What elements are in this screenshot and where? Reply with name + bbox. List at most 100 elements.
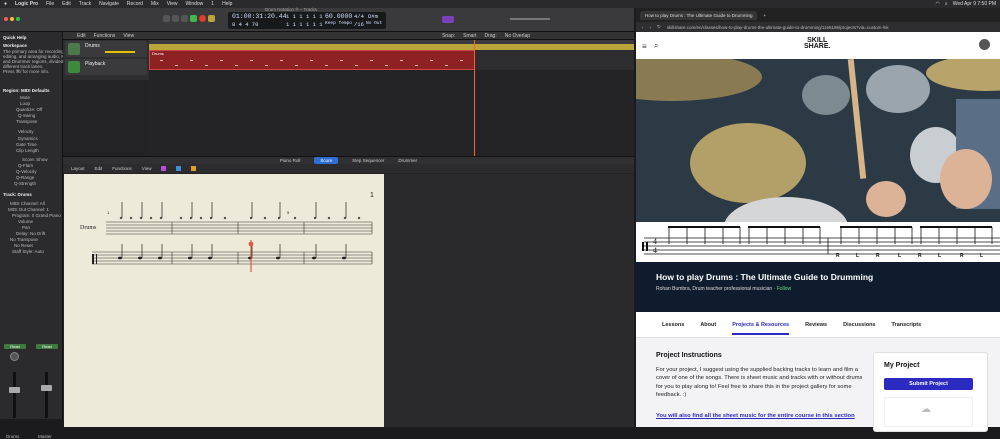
skillshare-logo[interactable]: SKILL SHARE. (804, 37, 830, 50)
pan-knob[interactable] (10, 352, 19, 361)
automation-read-2[interactable]: Read (36, 344, 58, 349)
score-edit-menu[interactable]: Edit (95, 166, 103, 171)
url-input[interactable]: skillshare.com/en/classes/how-to-play-dr… (667, 25, 967, 30)
region-field[interactable]: Q-Strength (14, 181, 36, 186)
score-page[interactable]: 1 Drums 1 5 (64, 174, 384, 427)
menu-navigate[interactable]: Navigate (99, 1, 119, 7)
author-name[interactable]: Rohan Bumbra, Drum teacher professional … (656, 286, 772, 292)
track-name[interactable]: Drums (85, 43, 100, 49)
track-header[interactable]: Track: Drums (3, 192, 32, 197)
region-field[interactable]: Quantize: Off (16, 107, 42, 112)
track-field[interactable]: Program: 0 Grand Piano (12, 213, 61, 218)
quick-help-title[interactable]: Quick Help (3, 35, 27, 40)
region-field[interactable]: Mute (20, 95, 30, 100)
snap-select[interactable]: Smart (463, 33, 476, 39)
new-tab-icon[interactable]: + (763, 13, 766, 18)
region-field[interactable]: Gate Time (16, 142, 37, 147)
region-field[interactable]: Dynamics (18, 136, 38, 141)
region-field[interactable]: Q-Swing (18, 113, 35, 118)
region-header[interactable]: Region: MIDI Defaults (3, 88, 50, 93)
forward-icon[interactable] (172, 15, 179, 22)
track-field[interactable]: Pan (22, 225, 30, 230)
score-view-menu[interactable]: View (142, 166, 152, 171)
track-field[interactable]: No Transpose (10, 237, 38, 242)
menu-app[interactable]: Logic Pro (15, 1, 38, 7)
tab-reviews[interactable]: Reviews (805, 322, 827, 328)
tab-drummer[interactable]: Drummer (398, 158, 417, 163)
tab-score[interactable]: Score (314, 157, 339, 164)
tab-about[interactable]: About (700, 322, 716, 328)
search-icon[interactable]: ⌕ (654, 41, 658, 51)
tab-projects-resources[interactable]: Projects & Resources (732, 322, 790, 335)
tab-piano-roll[interactable]: Piano Roll (280, 158, 301, 163)
tab-transcripts[interactable]: Transcripts (892, 322, 922, 328)
browser-tab[interactable]: How to play Drums : The Ultimate Guide t… (640, 10, 758, 20)
video-player[interactable] (636, 59, 1000, 222)
menu-file[interactable]: File (46, 1, 54, 7)
tab-discussions[interactable]: Discussions (843, 322, 875, 328)
score-tool-icon[interactable] (191, 166, 197, 171)
forward-icon[interactable]: › (650, 25, 652, 30)
rewind-icon[interactable] (163, 15, 170, 22)
track-field[interactable]: MIDI Channel: All (10, 201, 45, 206)
back-icon[interactable]: ‹ (642, 25, 644, 30)
tracks-view-menu[interactable]: View (123, 33, 134, 39)
metronome-icon[interactable] (442, 16, 454, 23)
region-field[interactable]: Transpose (16, 119, 37, 124)
lcd-display[interactable]: 01:00:31:20.44 8 4 4 70 1 1 1 1 1 1 1 1 … (228, 12, 386, 29)
region-field[interactable]: Q-Range (16, 175, 34, 180)
region-field[interactable]: Velocity (18, 129, 34, 134)
follow-link[interactable]: Follow (777, 286, 791, 292)
track-name[interactable]: Playback (85, 61, 105, 67)
automation-read-1[interactable]: Read (4, 344, 26, 349)
menubar-clock[interactable]: Wed Apr 9 7:50 PM (953, 1, 996, 7)
tracks-workspace[interactable] (149, 70, 634, 156)
menu-record[interactable]: Record (127, 1, 143, 7)
menu-edit[interactable]: Edit (62, 1, 71, 7)
apple-icon[interactable]: ● (4, 1, 7, 7)
zoom-icon[interactable] (16, 17, 20, 21)
stop-icon[interactable] (181, 15, 188, 22)
close-icon[interactable] (4, 17, 8, 21)
wifi-icon[interactable]: ◠ (936, 1, 940, 7)
track-field[interactable]: No Reset (14, 243, 33, 248)
cycle-icon[interactable] (208, 15, 215, 22)
region-field[interactable]: Q-Velocity (16, 169, 37, 174)
region-field[interactable]: Clip Length (16, 148, 39, 153)
menu-help[interactable]: Help (222, 1, 232, 7)
menu-1[interactable]: 1 (211, 1, 214, 7)
region-field[interactable]: Q-Flam (18, 163, 33, 168)
menu-view[interactable]: View (167, 1, 178, 7)
master-volume-slider[interactable] (510, 18, 550, 20)
region-empty-area[interactable] (475, 50, 634, 70)
sheet-music-link[interactable]: You will also find all the sheet music f… (656, 413, 866, 419)
score-tool-icon[interactable] (176, 166, 182, 171)
track-field[interactable]: Delay: No Drift (16, 231, 45, 236)
tracks-functions-menu[interactable]: Functions (94, 33, 116, 39)
menu-mix[interactable]: Mix (151, 1, 159, 7)
score-layout-menu[interactable]: Layout (71, 166, 85, 171)
reload-icon[interactable]: ↻ (657, 24, 661, 30)
tracks-edit-menu[interactable]: Edit (77, 33, 86, 39)
play-icon[interactable] (190, 15, 197, 22)
score-functions-menu[interactable]: Functions (112, 166, 132, 171)
volume-fader[interactable] (9, 387, 20, 393)
menu-track[interactable]: Track (79, 1, 91, 7)
record-icon[interactable] (199, 15, 206, 22)
search-icon[interactable]: ⌕ (945, 1, 948, 7)
master-fader[interactable] (41, 385, 52, 391)
minimize-icon[interactable] (10, 17, 14, 21)
drag-select[interactable]: No Overlap (505, 33, 530, 39)
midi-region[interactable]: Drums (149, 50, 475, 70)
hamburger-icon[interactable]: ≡ (642, 42, 647, 51)
track-field[interactable]: Staff Style: Auto (12, 249, 44, 254)
region-field[interactable]: Score: Show (22, 157, 48, 162)
submit-project-button[interactable]: Submit Project (884, 378, 973, 390)
tab-lessons[interactable]: Lessons (662, 322, 684, 328)
avatar[interactable] (979, 39, 990, 50)
track-field[interactable]: MIDI Out Channel: 1 (8, 207, 49, 212)
region-field[interactable]: Loop (20, 101, 30, 106)
track-volume-slider[interactable] (105, 51, 135, 53)
tab-step-sequencer[interactable]: Step Sequencer (352, 158, 384, 163)
track-header-playback[interactable]: Playback (65, 59, 147, 75)
